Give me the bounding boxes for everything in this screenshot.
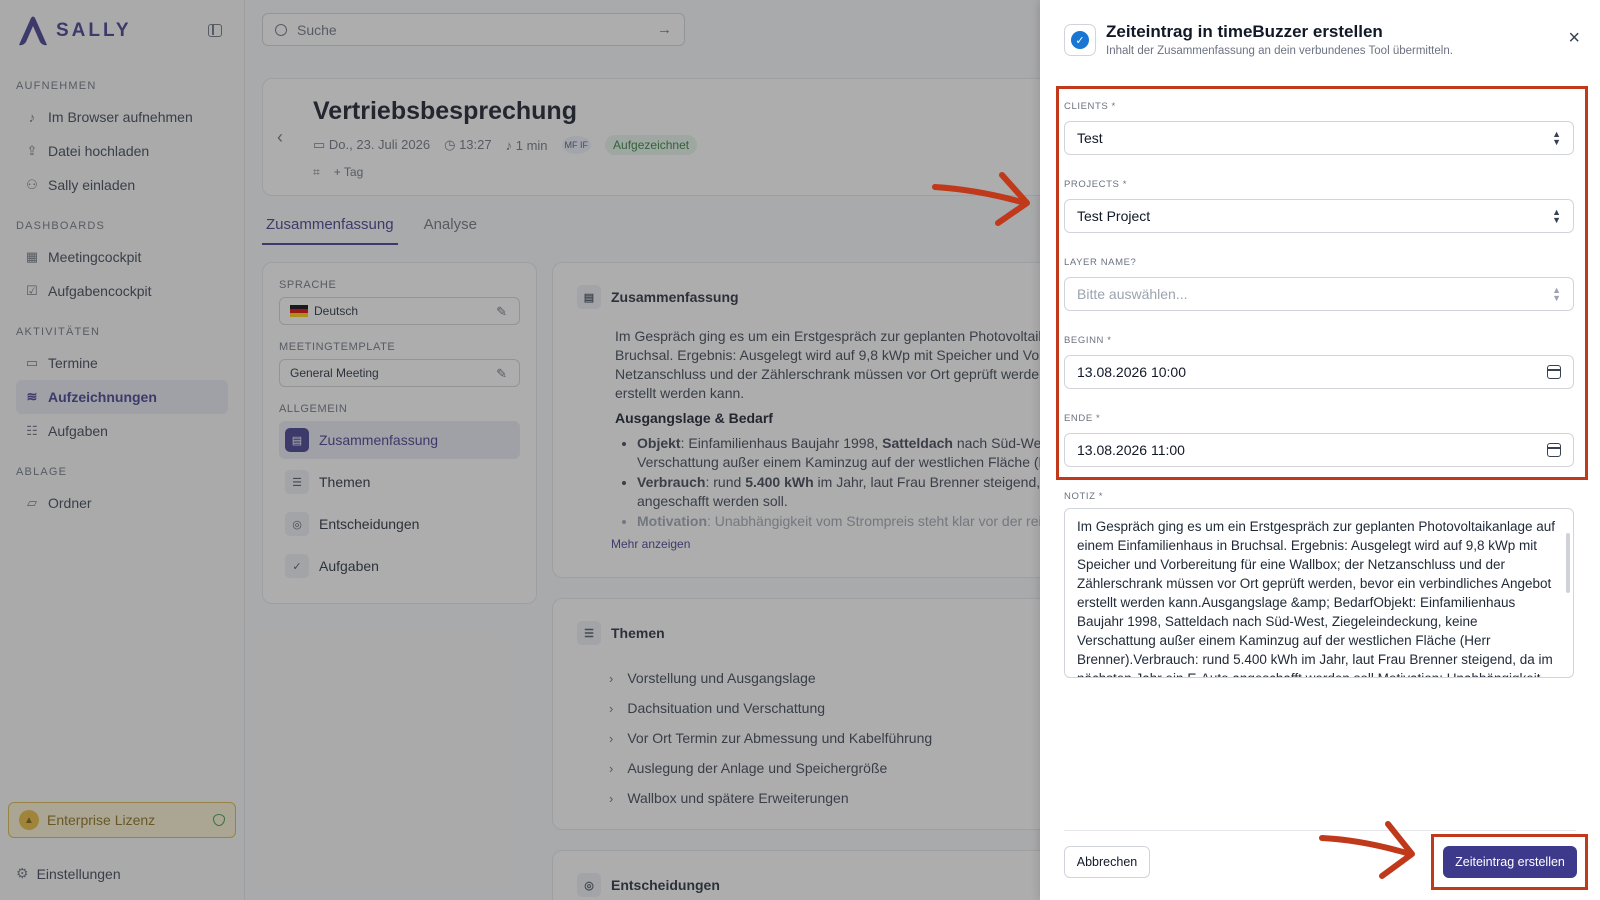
- drawer-subtitle: Inhalt der Zusammenfassung an dein verbu…: [1106, 45, 1453, 57]
- begin-datetime-input[interactable]: 13.08.2026 10:00: [1064, 355, 1574, 389]
- end-value: 13.08.2026 11:00: [1077, 442, 1185, 458]
- close-icon[interactable]: ×: [1568, 28, 1580, 48]
- layer-select[interactable]: Bitte auswählen... ▲ ▼: [1064, 277, 1574, 311]
- projects-select[interactable]: Test Project ▲ ▼: [1064, 199, 1574, 233]
- chevron-up-down-icon: ▲ ▼: [1552, 129, 1561, 147]
- check-icon: ✓: [1071, 31, 1089, 49]
- calendar-clock-icon[interactable]: [1547, 365, 1561, 379]
- timebuzzer-drawer: ✓ Zeiteintrag in timeBuzzer erstellen In…: [1040, 0, 1600, 900]
- clients-label: CLIENTS *: [1064, 101, 1116, 112]
- projects-value: Test Project: [1077, 208, 1151, 224]
- note-textarea[interactable]: Im Gespräch ging es um ein Erstgespräch …: [1064, 508, 1574, 678]
- drawer-title: Zeiteintrag in timeBuzzer erstellen: [1106, 22, 1383, 41]
- timebuzzer-logo: ✓: [1064, 24, 1096, 56]
- end-label: ENDE *: [1064, 413, 1101, 424]
- begin-value: 13.08.2026 10:00: [1077, 364, 1186, 380]
- note-value: Im Gespräch ging es um ein Erstgespräch …: [1077, 519, 1556, 677]
- begin-label: BEGINN *: [1064, 335, 1112, 346]
- layer-placeholder: Bitte auswählen...: [1077, 286, 1188, 302]
- calendar-clock-icon[interactable]: [1547, 443, 1561, 457]
- chevron-up-down-icon: ▲ ▼: [1552, 207, 1561, 225]
- modal-backdrop[interactable]: [0, 0, 1040, 900]
- end-datetime-input[interactable]: 13.08.2026 11:00: [1064, 433, 1574, 467]
- footer-divider: [1064, 830, 1576, 831]
- clients-value: Test: [1077, 130, 1103, 146]
- projects-label: PROJECTS *: [1064, 179, 1128, 190]
- layer-label: LAYER NAME?: [1064, 257, 1137, 268]
- cancel-button[interactable]: Abbrechen: [1064, 846, 1150, 878]
- note-scrollbar[interactable]: [1566, 533, 1570, 593]
- clients-select[interactable]: Test ▲ ▼: [1064, 121, 1574, 155]
- chevron-up-down-icon: ▲ ▼: [1552, 285, 1561, 303]
- create-time-entry-button[interactable]: Zeiteintrag erstellen: [1443, 846, 1577, 878]
- note-label: NOTIZ *: [1064, 491, 1104, 502]
